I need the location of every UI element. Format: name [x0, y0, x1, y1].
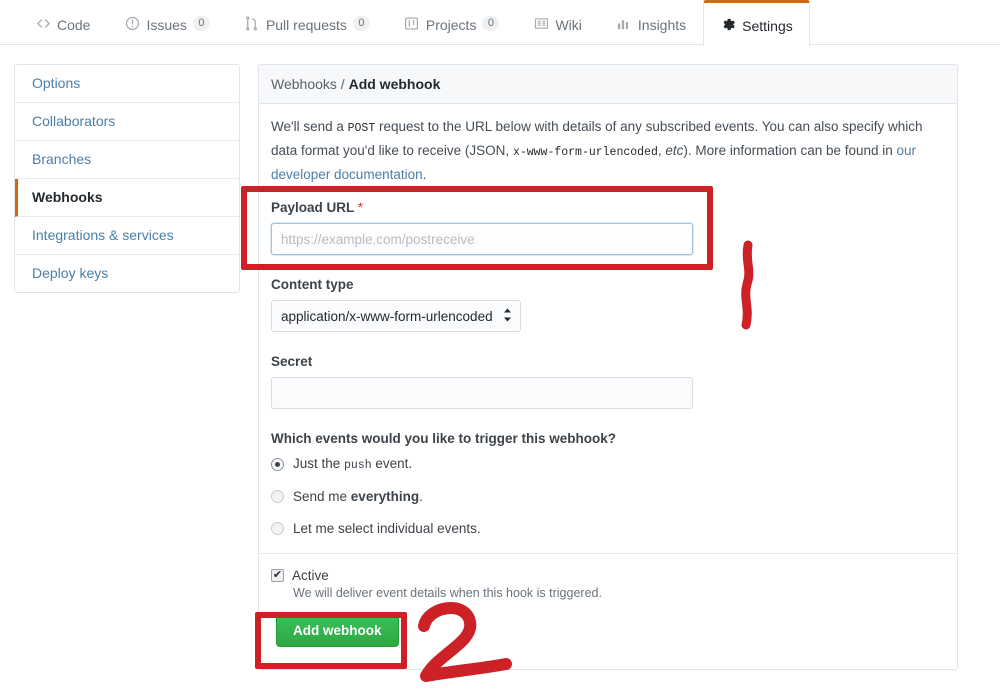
submit-row: Add webhook [271, 600, 945, 669]
add-webhook-button[interactable]: Add webhook [276, 614, 399, 647]
payload-url-field: Payload URL * [271, 200, 945, 255]
settings-sidebar: Options Collaborators Branches Webhooks Inte… [14, 64, 240, 293]
book-icon [533, 16, 549, 32]
sidebar-item-label: Webhooks [32, 189, 103, 205]
nav-tab-label: Insights [637, 16, 687, 33]
content-type-selected-value: application/x-www-form-urlencoded [281, 308, 493, 324]
breadcrumb-separator: / [340, 76, 345, 92]
intro-text: We'll send a POST request to the URL bel… [271, 116, 945, 186]
page-root: Code Issues 0 Pull requests 0 Projects 0 Wiki In… [0, 0, 1000, 690]
active-checkbox[interactable]: ✔ [271, 569, 284, 582]
event-option-suffix: . [419, 489, 423, 504]
radio-button-icon[interactable] [271, 457, 284, 471]
sidebar-item-label: Integrations & services [32, 227, 174, 243]
panel-body: We'll send a POST request to the URL bel… [259, 104, 957, 669]
sidebar-item-collaborators[interactable]: Collaborators [15, 103, 239, 141]
payload-url-label: Payload URL * [271, 200, 945, 216]
breadcrumb-parent[interactable]: Webhooks [271, 76, 337, 92]
nav-tab-wiki[interactable]: Wiki [516, 1, 598, 45]
nav-tab-label: Issues [146, 16, 187, 33]
gear-icon [720, 17, 736, 33]
sidebar-item-branches[interactable]: Branches [15, 141, 239, 179]
sidebar-item-label: Deploy keys [32, 265, 109, 281]
event-option-prefix: Just the [293, 456, 345, 471]
nav-tab-pull-requests[interactable]: Pull requests 0 [227, 1, 387, 45]
nav-tab-counter: 0 [192, 16, 210, 31]
radio-button-icon[interactable] [271, 522, 284, 535]
nav-tab-label: Pull requests [265, 16, 347, 33]
issue-opened-icon [124, 16, 140, 32]
event-option-prefix: Let me select individual events. [293, 521, 481, 536]
sidebar-item-label: Collaborators [32, 113, 116, 129]
intro-part5: . [422, 167, 427, 182]
events-radio-group: Just the push event. Send me everything. L… [271, 456, 945, 536]
event-option-label: Just the push event. [293, 456, 412, 472]
nav-tab-counter: 0 [352, 16, 370, 31]
intro-code-post: POST [347, 122, 376, 135]
event-radio-option-3[interactable]: Let me select individual events. [271, 521, 945, 536]
git-pull-request-icon [244, 16, 260, 32]
graph-icon [616, 16, 632, 32]
checkmark-icon: ✔ [272, 569, 283, 581]
sidebar-item-label: Options [32, 75, 81, 91]
event-option-suffix: event. [371, 456, 413, 471]
content-type-select-wrapper: application/x-www-form-urlencoded [271, 300, 521, 332]
sidebar-item-label: Branches [32, 151, 92, 167]
active-hint: We will deliver event details when this … [293, 586, 602, 600]
sidebar-item-deploy-keys[interactable]: Deploy keys [15, 255, 239, 292]
intro-part1: We'll send a [271, 119, 348, 134]
nav-tab-label: Code [57, 16, 91, 33]
payload-url-label-text: Payload URL [271, 200, 355, 215]
code-icon [35, 16, 51, 32]
nav-tab-code[interactable]: Code [18, 1, 107, 45]
nav-tab-insights[interactable]: Insights [599, 1, 703, 45]
sidebar-item-webhooks[interactable]: Webhooks [15, 179, 239, 217]
intro-italic-etc: etc [665, 143, 684, 158]
breadcrumb: Webhooks / Add webhook [259, 65, 957, 104]
secret-label: Secret [271, 354, 313, 369]
repository-nav-tabs: Code Issues 0 Pull requests 0 Projects 0 Wiki In… [0, 0, 1000, 46]
content-type-label: Content type [271, 277, 354, 292]
project-board-icon [404, 16, 420, 32]
active-label: Active [292, 568, 329, 583]
event-option-prefix: Send me [293, 489, 351, 504]
intro-code-urlencoded: x-www-form-urlencoded [512, 146, 658, 159]
active-section: ✔ Active We will deliver event details w… [271, 554, 945, 600]
add-webhook-panel: Webhooks / Add webhook We'll send a POST… [258, 64, 958, 670]
secret-input[interactable] [271, 377, 693, 409]
nav-tab-settings[interactable]: Settings [703, 0, 810, 46]
event-option-label: Let me select individual events. [293, 521, 481, 536]
required-asterisk: * [357, 200, 364, 215]
content-type-select[interactable]: application/x-www-form-urlencoded [271, 300, 521, 332]
nav-tab-label: Settings [742, 17, 793, 34]
intro-part4: ). More information can be found in [683, 143, 897, 158]
nav-tab-label: Projects [425, 16, 477, 33]
event-option-bold: everything [350, 489, 420, 504]
event-radio-option-2[interactable]: Send me everything. [271, 489, 945, 504]
nav-tab-counter: 0 [482, 16, 500, 31]
breadcrumb-current: Add webhook [348, 76, 441, 92]
sidebar-item-options[interactable]: Options [15, 65, 239, 103]
events-question: Which events would you like to trigger t… [271, 431, 617, 446]
radio-button-icon[interactable] [271, 490, 284, 503]
secret-field: Secret [271, 354, 945, 409]
active-checkbox-row[interactable]: ✔ Active [271, 568, 945, 583]
event-option-code: push [344, 459, 372, 472]
content-type-field: Content type application/x-www-form-urle… [271, 277, 945, 332]
event-option-label: Send me everything. [293, 489, 423, 504]
nav-tab-issues[interactable]: Issues 0 [107, 1, 226, 45]
event-radio-option-1[interactable]: Just the push event. [271, 456, 945, 472]
nav-tab-projects[interactable]: Projects 0 [387, 1, 517, 45]
nav-tab-label: Wiki [555, 16, 582, 33]
repository-nav: Code Issues 0 Pull requests 0 Projects 0 Wiki In… [0, 0, 1000, 46]
payload-url-input[interactable] [271, 223, 693, 255]
sidebar-item-integrations-services[interactable]: Integrations & services [15, 217, 239, 255]
